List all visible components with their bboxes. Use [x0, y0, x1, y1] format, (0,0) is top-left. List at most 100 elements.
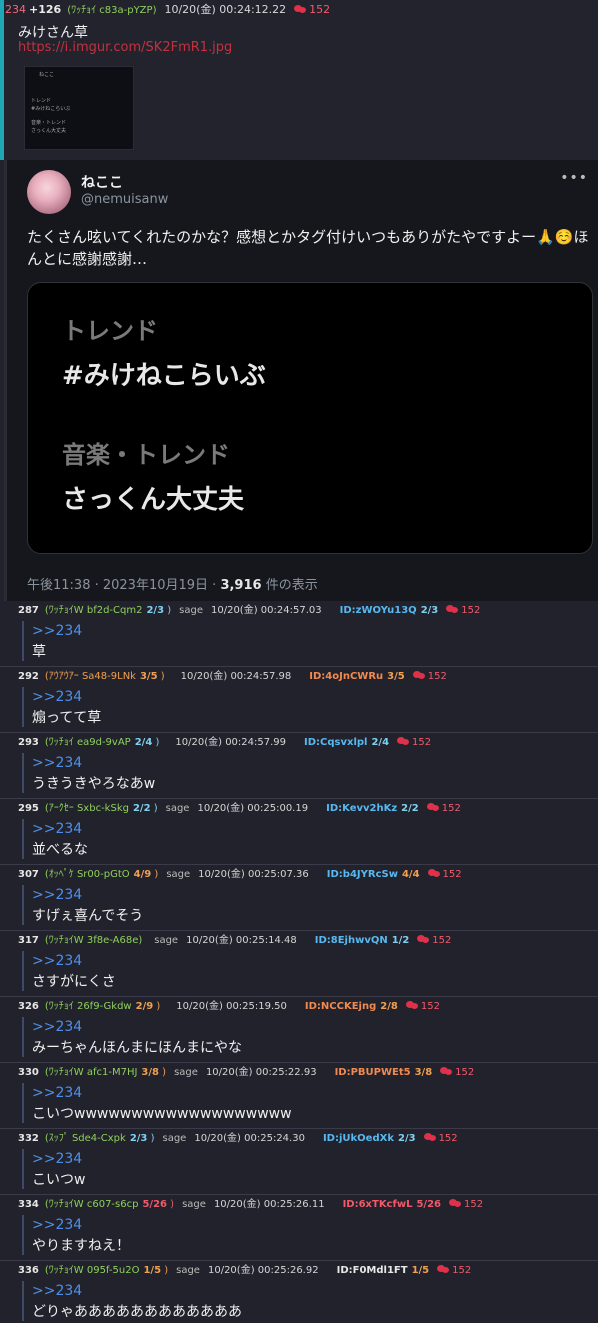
reply-anchor[interactable]: >>234	[32, 623, 82, 639]
reply-date: 10/20(金) 00:25:19.50	[176, 1001, 287, 1012]
post-fraction: 3/5	[139, 671, 158, 682]
id-fraction: 2/4	[371, 737, 390, 748]
tweet-image-card[interactable]: トレンド #みけねこらいぶ 音楽・トレンド さっくん大丈夫	[27, 282, 593, 554]
reply-mail: sage	[179, 605, 203, 616]
card-hashtag: #みけねこらいぶ	[62, 361, 266, 391]
reply-id[interactable]: ID:b4JYRcSw	[327, 869, 398, 880]
reply-id[interactable]: ID:Kevv2hKz	[326, 803, 397, 814]
reply-comment-count[interactable]: 152	[443, 869, 462, 880]
reply-header: 332 (ｽｯﾌﾟ Sde4-Cxpk 2/3 ) sage 10/20(金) 00:2…	[18, 1132, 458, 1145]
reply-anchor[interactable]: >>234	[32, 689, 82, 705]
reply-comment-count[interactable]: 152	[452, 1265, 471, 1276]
id-fraction: 2/2	[401, 803, 419, 814]
reply-id[interactable]: ID:F0Mdl1FT	[337, 1265, 408, 1276]
quote-bar	[22, 687, 24, 727]
reply-id[interactable]: ID:zWOYu13Q	[340, 605, 417, 616]
reply-name: (ﾜｯﾁｮｲ 26f9-Gkdw	[44, 1001, 132, 1012]
post-fraction: 2/4	[134, 737, 153, 748]
reply-number[interactable]: 336	[18, 1265, 39, 1276]
avatar[interactable]	[27, 170, 71, 214]
image-link[interactable]: https://i.imgur.com/SK2FmR1.jpg	[18, 40, 232, 55]
reply-id[interactable]: ID:jUkOedXk	[323, 1133, 394, 1144]
reply-anchor[interactable]: >>234	[32, 887, 82, 903]
reply-date: 10/20(金) 00:25:26.11	[213, 1199, 325, 1210]
reply-anchor[interactable]: >>234	[32, 821, 82, 837]
post-fraction: 2/3	[129, 1133, 148, 1144]
reply-number[interactable]: 334	[18, 1199, 39, 1210]
reply-post: 330 (ﾜｯﾁｮｲW afc1-M7HJ 3/8 ) sage 10/20(金) 00…	[0, 1063, 598, 1129]
comment-count[interactable]: 152	[309, 3, 330, 16]
reply-anchor[interactable]: >>234	[32, 953, 82, 969]
tweet-username[interactable]: ねここ	[81, 172, 123, 192]
reply-number[interactable]: 287	[18, 605, 39, 616]
tweet-embed: ねここ @nemuisanw ••• たくさん呟いてくれたのかな？感想とかタグ付…	[4, 160, 598, 601]
reply-name: (ﾜｯﾁｮｲW afc1-M7HJ	[44, 1067, 138, 1078]
reply-anchor[interactable]: >>234	[32, 1019, 82, 1035]
post-number[interactable]: 234	[5, 3, 26, 16]
quote-bar	[22, 1281, 24, 1321]
reply-comment-count[interactable]: 152	[428, 671, 447, 682]
reply-post: 336 (ﾜｯﾁｮｲW 095f-5u2O 1/5 ) sage 10/20(金) 00…	[0, 1261, 598, 1323]
reply-number[interactable]: 330	[18, 1067, 39, 1078]
reply-comment-count[interactable]: 152	[461, 605, 480, 616]
image-thumbnail[interactable]: ねここ トレンド #みけねこらいぶ 音楽・トレンド さっくん大丈夫	[24, 66, 134, 150]
reply-text: さすがにくさ	[32, 974, 116, 990]
reply-comment-count[interactable]: 152	[421, 1001, 440, 1012]
thumb-text: さっくん大丈夫	[31, 128, 67, 134]
reply-mail: sage	[154, 935, 179, 946]
id-fraction: 2/8	[380, 1001, 398, 1012]
reply-text: すげぇ喜んでそう	[32, 908, 144, 924]
reply-comment-count[interactable]: 152	[442, 803, 461, 814]
reply-post: 307 (ｵｯﾍﾟｹ Sr00-pGtO 4/9 ) sage 10/20(金) 00:…	[0, 865, 598, 931]
reply-anchor[interactable]: >>234	[32, 1085, 82, 1101]
reply-number[interactable]: 326	[18, 1001, 39, 1012]
reply-anchor[interactable]: >>234	[32, 1217, 82, 1233]
thumb-text: トレンド	[31, 98, 52, 104]
reply-id[interactable]: ID:Cqsvxlpl	[304, 737, 367, 748]
reply-anchor[interactable]: >>234	[32, 1151, 82, 1167]
reply-post: 332 (ｽｯﾌﾟ Sde4-Cxpk 2/3 ) sage 10/20(金) 00:2…	[0, 1129, 598, 1195]
comment-icon	[426, 802, 439, 812]
reply-header: 307 (ｵｯﾍﾟｹ Sr00-pGtO 4/9 ) sage 10/20(金) 00:…	[18, 868, 462, 881]
tweet-time[interactable]: 午後11:38 · 2023年10月19日 ·	[27, 578, 220, 593]
reply-id[interactable]: ID:NCCKEjng	[305, 1001, 376, 1012]
reply-number[interactable]: 293	[18, 737, 39, 748]
reply-comment-count[interactable]: 152	[412, 737, 431, 748]
comment-icon	[412, 670, 425, 680]
post-fraction: 1/5	[143, 1265, 162, 1276]
comment-icon	[417, 934, 430, 944]
reply-date: 10/20(金) 00:25:24.30	[194, 1133, 305, 1144]
reply-header: 293 (ﾜｯﾁｮｲ ea9d-9vAP 2/4 ) 10/20(金) 00:24:5…	[18, 736, 431, 749]
reply-post: 334 (ﾜｯﾁｮｲW c607-s6cp 5/26 ) sage 10/20(金) 0…	[0, 1195, 598, 1261]
paren: )	[161, 1265, 169, 1276]
op-header: 234 +126 (ﾜｯﾁｮｲ c83a-pYZP) 10/20(金) 00:24:1…	[5, 3, 330, 17]
comment-icon	[437, 1264, 450, 1274]
reply-id[interactable]: ID:4oJnCWRu	[309, 671, 383, 682]
quote-bar	[22, 1083, 24, 1123]
reply-id[interactable]: ID:8EjhwvQN	[315, 935, 388, 946]
reply-comment-count[interactable]: 152	[439, 1133, 458, 1144]
op-stripe	[0, 0, 4, 160]
reply-id[interactable]: ID:6xTKcfwL	[343, 1199, 413, 1210]
reply-comment-count[interactable]: 152	[464, 1199, 483, 1210]
more-options-icon[interactable]: •••	[560, 170, 588, 186]
thumb-text: 音楽・トレンド	[31, 120, 67, 126]
reply-number[interactable]: 295	[18, 803, 39, 814]
reply-comment-count[interactable]: 152	[455, 1067, 474, 1078]
reply-id[interactable]: ID:PBUPWEt5	[335, 1067, 411, 1078]
reply-header: 287 (ﾜｯﾁｮｲW bf2d-Cqm2 2/3 ) sage 10/20(金) 00…	[18, 604, 480, 617]
reply-anchor[interactable]: >>234	[32, 755, 82, 771]
reply-number[interactable]: 317	[18, 935, 39, 946]
reply-number[interactable]: 307	[18, 869, 39, 880]
card-label-music-trend: 音楽・トレンド	[62, 441, 230, 469]
reply-count[interactable]: +126	[29, 3, 61, 16]
reply-anchor[interactable]: >>234	[32, 1283, 82, 1299]
tweet-handle[interactable]: @nemuisanw	[81, 192, 168, 207]
reply-number[interactable]: 332	[18, 1133, 39, 1144]
quote-bar	[22, 1017, 24, 1057]
reply-number[interactable]: 292	[18, 671, 39, 682]
reply-comment-count[interactable]: 152	[432, 935, 451, 946]
id-fraction: 3/5	[387, 671, 405, 682]
comment-icon	[294, 4, 307, 14]
reply-mail: sage	[166, 869, 191, 880]
